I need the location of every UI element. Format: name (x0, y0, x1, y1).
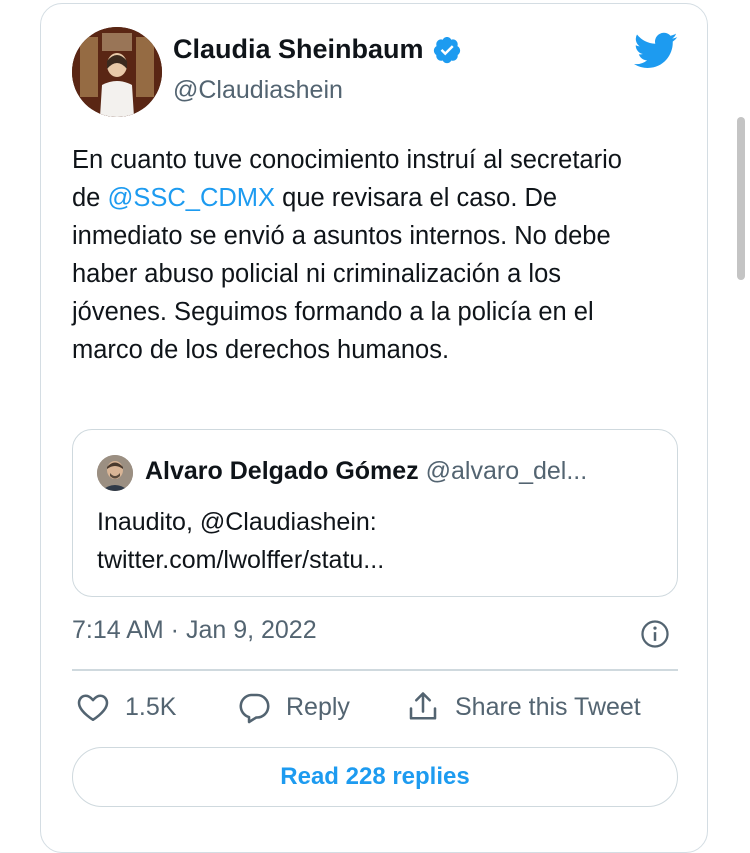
divider (72, 669, 678, 671)
reply-label: Reply (286, 692, 350, 721)
like-button[interactable]: 1.5K (75, 689, 176, 725)
heart-icon (77, 694, 109, 722)
quoted-tweet-text: Inaudito, @Claudiashein: twitter.com/lwo… (97, 503, 657, 579)
avatar-image (72, 27, 162, 117)
speech-bubble-icon (239, 693, 270, 724)
read-replies-label: Read 228 replies (280, 763, 470, 790)
quoted-author-name: Alvaro Delgado Gómez (145, 457, 419, 485)
quoted-author-avatar (97, 455, 133, 491)
quoted-author-handle: @alvaro_del... (425, 457, 588, 485)
tweet-text: En cuanto tuve conocimiento instruí al s… (72, 141, 642, 369)
author-avatar[interactable] (72, 27, 162, 117)
read-replies-button[interactable]: Read 228 replies (72, 747, 678, 807)
mention-link[interactable]: @SSC_CDMX (107, 184, 275, 212)
share-upload-icon (409, 692, 437, 720)
author-name-row[interactable]: Claudia Sheinbaum (173, 34, 462, 65)
author-handle[interactable]: @Claudiashein (173, 76, 343, 105)
reply-button[interactable]: Reply (236, 689, 350, 725)
share-label: Share this Tweet (455, 692, 641, 721)
quoted-text-line: Inaudito, @Claudiashein: (97, 508, 377, 536)
tweet-card (40, 3, 708, 853)
quoted-avatar-image (97, 455, 133, 491)
author-name[interactable]: Claudia Sheinbaum (173, 34, 424, 65)
quoted-tweet[interactable]: Alvaro Delgado Gómez @alvaro_del... Inau… (72, 429, 678, 597)
share-button[interactable]: Share this Tweet (405, 689, 641, 725)
verified-badge-icon (433, 36, 460, 63)
like-count: 1.5K (125, 692, 177, 721)
tweet-timestamp[interactable]: 7:14 AM · Jan 9, 2022 (72, 616, 317, 645)
scrollbar-thumb[interactable] (737, 117, 745, 280)
twitter-bird-icon[interactable] (634, 32, 678, 70)
quoted-link: twitter.com/lwolffer/statu... (97, 546, 385, 574)
quoted-author-row: Alvaro Delgado Gómez @alvaro_del... (145, 457, 587, 486)
info-icon[interactable] (640, 619, 670, 649)
